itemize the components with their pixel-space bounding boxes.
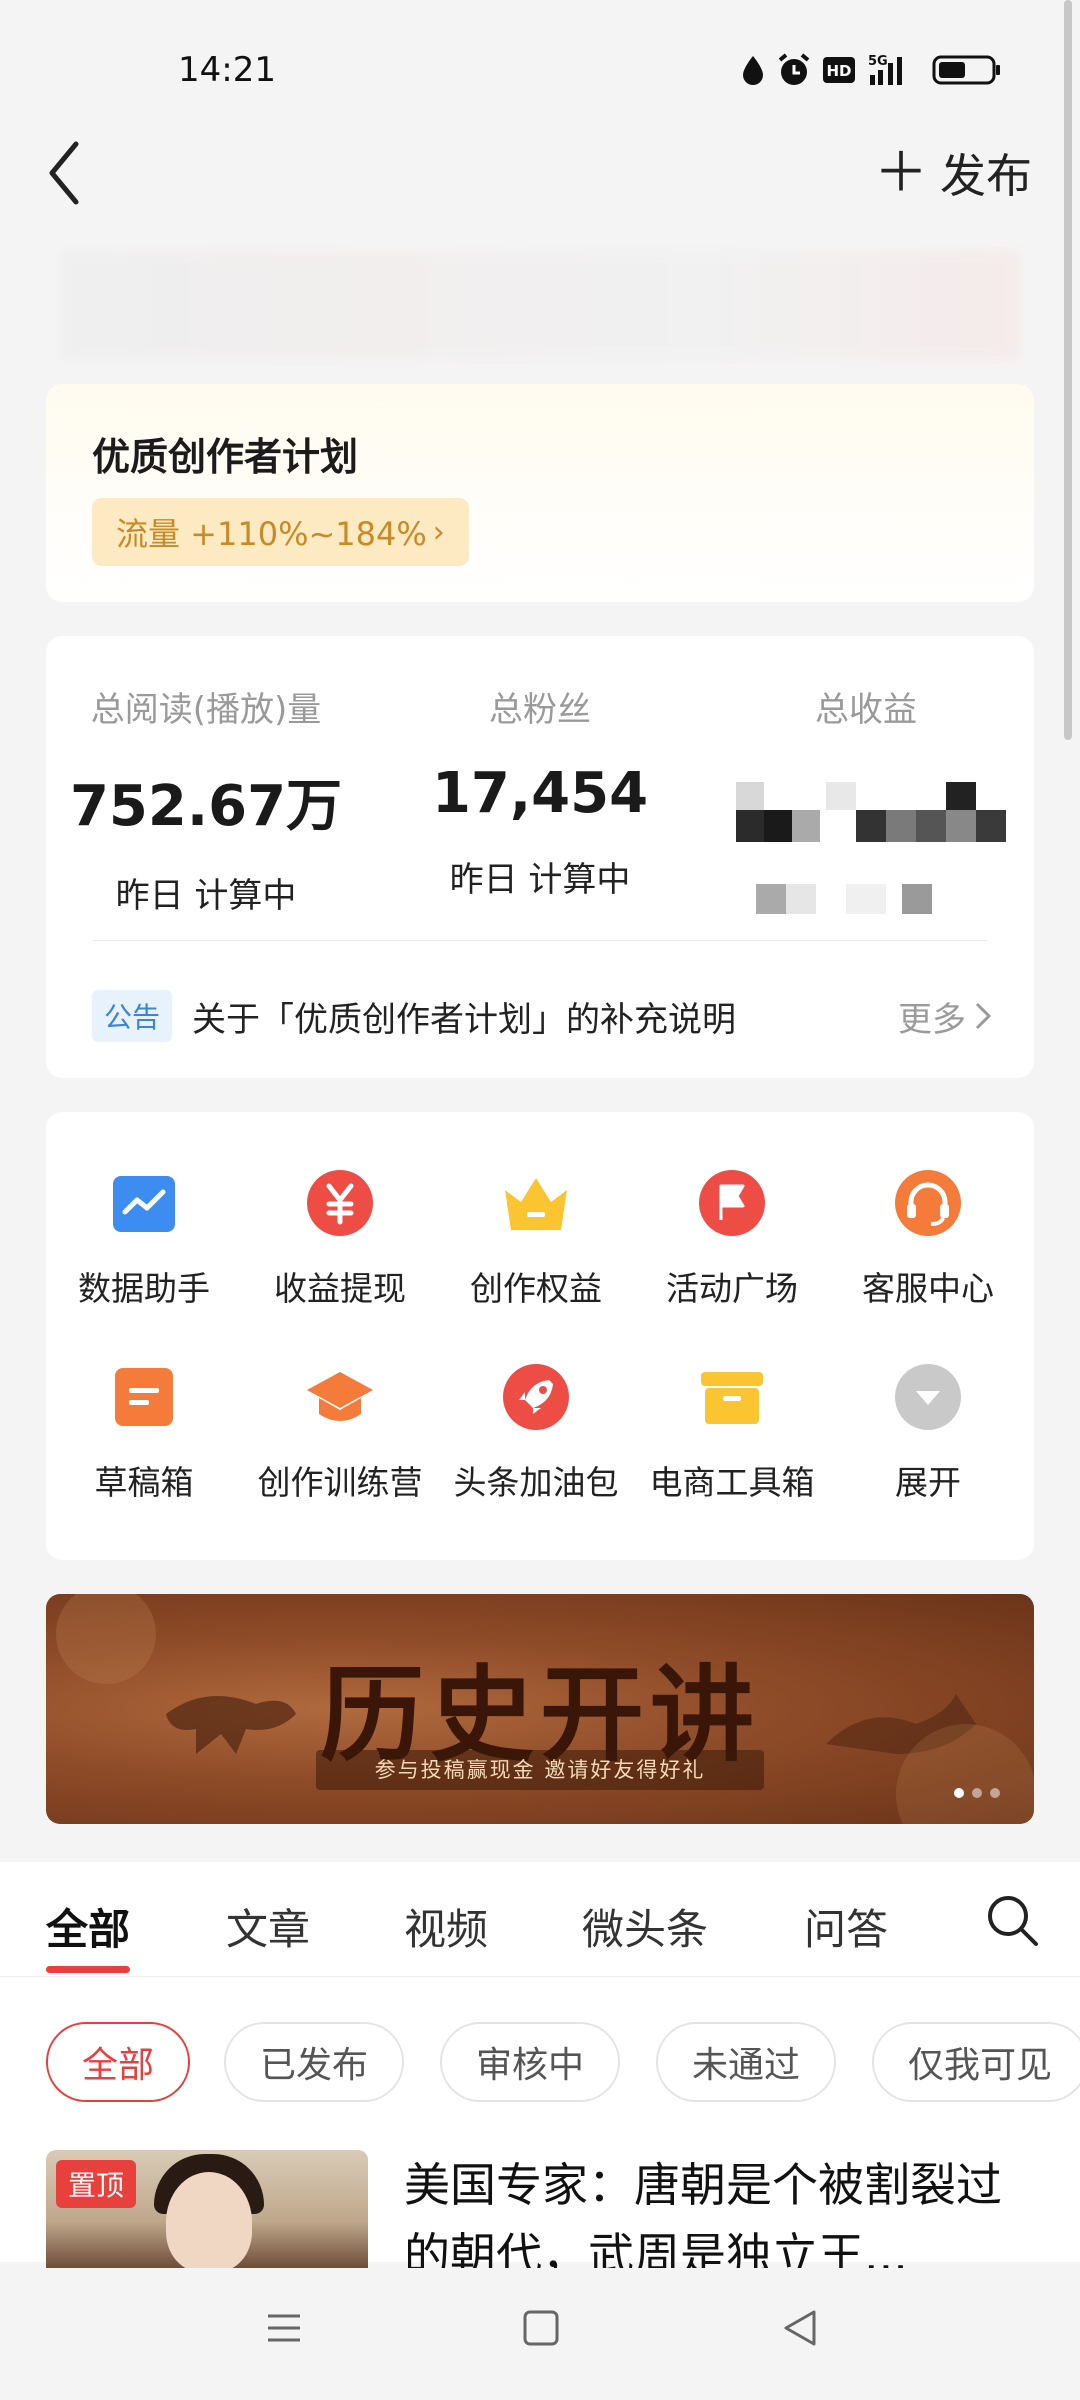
- tab-qa[interactable]: 问答: [804, 1896, 888, 1957]
- plan-title: 优质创作者计划: [92, 435, 359, 479]
- tool-label: 电商工具箱: [649, 1463, 815, 1502]
- plan-tag-text: 流量 +110%~184%: [116, 515, 427, 553]
- filter-rejected[interactable]: 未通过: [656, 2022, 837, 2102]
- filter-published[interactable]: 已发布: [224, 2022, 405, 2102]
- drop-icon: [743, 56, 763, 85]
- headset-icon: [895, 1170, 961, 1236]
- tool-withdraw[interactable]: 收益提现: [242, 1168, 438, 1310]
- divider: [0, 1976, 1080, 1977]
- tab-articles[interactable]: 文章: [226, 1896, 310, 1957]
- filter-in-review[interactable]: 审核中: [440, 2022, 621, 2102]
- stat-value: 17,454: [431, 761, 649, 826]
- chevron-right-icon: ›: [432, 514, 445, 550]
- tool-label: 草稿箱: [94, 1463, 194, 1502]
- tool-label: 展开: [895, 1463, 961, 1502]
- draft-icon: [115, 1368, 173, 1426]
- stat-total-reads[interactable]: 总阅读(播放)量 752.67万 昨日 计算中: [46, 682, 366, 917]
- stat-sub: 昨日 计算中: [115, 876, 297, 916]
- crown-icon: [505, 1178, 567, 1230]
- active-tab-indicator: [46, 1966, 130, 1973]
- tool-label: 收益提现: [274, 1269, 406, 1308]
- graduation-cap-icon: [307, 1372, 373, 1421]
- menu-icon[interactable]: [264, 2308, 304, 2348]
- chevron-down-icon: [895, 1364, 961, 1430]
- carousel-dots: [954, 1788, 1000, 1798]
- alarm-icon: [778, 53, 810, 85]
- tab-videos[interactable]: 视频: [404, 1896, 488, 1957]
- stat-label: 总粉丝: [489, 690, 591, 730]
- chevron-right-icon: [975, 1002, 992, 1030]
- status-time: 14:21: [178, 50, 276, 90]
- box-icon: [701, 1372, 763, 1424]
- tool-boost-pack[interactable]: 头条加油包: [438, 1362, 634, 1504]
- tool-drafts[interactable]: 草稿箱: [46, 1362, 242, 1504]
- article-thumbnail[interactable]: 置顶: [46, 2150, 368, 2268]
- creator-plan-card[interactable]: 优质创作者计划 流量 +110%~184% ›: [46, 384, 1034, 602]
- svg-text:HD: HD: [826, 62, 851, 80]
- blurred-banner: [60, 250, 1020, 360]
- divider: [92, 940, 988, 941]
- tool-label: 客服中心: [862, 1269, 994, 1308]
- tool-label: 活动广场: [666, 1269, 798, 1308]
- promo-subtitle: 参与投稿赢现金 邀请好友得好礼: [316, 1750, 764, 1790]
- hd-icon: HD: [823, 57, 855, 83]
- chart-icon: [113, 1176, 175, 1232]
- stat-total-earnings[interactable]: 总收益: [706, 682, 1026, 914]
- tool-label: 头条加油包: [453, 1463, 619, 1502]
- 5g-signal-icon: 5G: [868, 54, 902, 85]
- back-icon[interactable]: [44, 138, 84, 208]
- tool-activity-square[interactable]: 活动广场: [634, 1168, 830, 1310]
- publish-button[interactable]: ＋ 发布: [874, 140, 1032, 206]
- tool-creator-rights[interactable]: 创作权益: [438, 1168, 634, 1310]
- battery-icon: [932, 55, 1000, 85]
- filter-all[interactable]: 全部: [46, 2022, 191, 2102]
- plan-traffic-tag[interactable]: 流量 +110%~184% ›: [92, 498, 469, 566]
- plus-icon: ＋: [874, 141, 928, 204]
- more-label: 更多: [898, 999, 966, 1040]
- yuan-icon: [307, 1170, 373, 1236]
- notice-text[interactable]: 关于「优质创作者计划」的补充说明: [192, 992, 736, 1041]
- tab-all[interactable]: 全部: [46, 1896, 130, 1957]
- stat-label: 总收益: [815, 690, 917, 730]
- tool-ecommerce-toolbox[interactable]: 电商工具箱: [634, 1362, 830, 1504]
- stats-card: 总阅读(播放)量 752.67万 昨日 计算中 总粉丝 17,454 昨日 计算…: [46, 636, 1034, 1078]
- tools-grid: 数据助手 收益提现 创作权益 活动广场 客服中心 草稿箱 创作训练营 头条加油包…: [46, 1112, 1034, 1560]
- rocket-icon: [503, 1364, 569, 1430]
- tool-label: 创作权益: [470, 1269, 602, 1308]
- stat-value: 752.67万: [69, 774, 343, 839]
- tool-label: 创作训练营: [257, 1463, 423, 1502]
- article-title[interactable]: 美国专家：唐朝是个被割裂过的朝代，武周是独立王...: [404, 2150, 1024, 2270]
- notice-more-link[interactable]: 更多: [898, 992, 992, 1041]
- flag-icon: [699, 1170, 765, 1236]
- back-nav-icon[interactable]: [780, 2308, 820, 2348]
- tab-micro-posts[interactable]: 微头条: [582, 1896, 708, 1957]
- tool-expand[interactable]: 展开: [830, 1362, 1026, 1504]
- notice-row[interactable]: 公告 关于「优质创作者计划」的补充说明 更多: [92, 986, 992, 1046]
- status-icons: HD 5G: [740, 52, 1002, 88]
- filter-private[interactable]: 仅我可见: [872, 2022, 1080, 2102]
- system-nav-bar: [0, 2268, 1080, 2400]
- notice-badge: 公告: [92, 990, 173, 1042]
- scrollbar[interactable]: [1064, 0, 1072, 740]
- obscured-sub: [756, 884, 986, 914]
- obscured-value: [736, 782, 1006, 842]
- tool-customer-service[interactable]: 客服中心: [830, 1168, 1026, 1310]
- tool-training-camp[interactable]: 创作训练营: [242, 1362, 438, 1504]
- search-icon[interactable]: [984, 1892, 1040, 1948]
- stat-total-fans[interactable]: 总粉丝 17,454 昨日 计算中: [380, 682, 700, 901]
- tool-data-assistant[interactable]: 数据助手: [46, 1168, 242, 1310]
- stat-label: 总阅读(播放)量: [90, 690, 322, 730]
- stat-sub: 昨日 计算中: [449, 860, 631, 900]
- svg-text:5G: 5G: [868, 54, 888, 69]
- promo-banner[interactable]: 历史开讲 参与投稿赢现金 邀请好友得好礼: [46, 1594, 1034, 1824]
- pinned-badge: 置顶: [56, 2160, 137, 2208]
- publish-label: 发布: [940, 149, 1032, 203]
- home-icon[interactable]: [522, 2308, 560, 2348]
- tool-label: 数据助手: [78, 1269, 210, 1308]
